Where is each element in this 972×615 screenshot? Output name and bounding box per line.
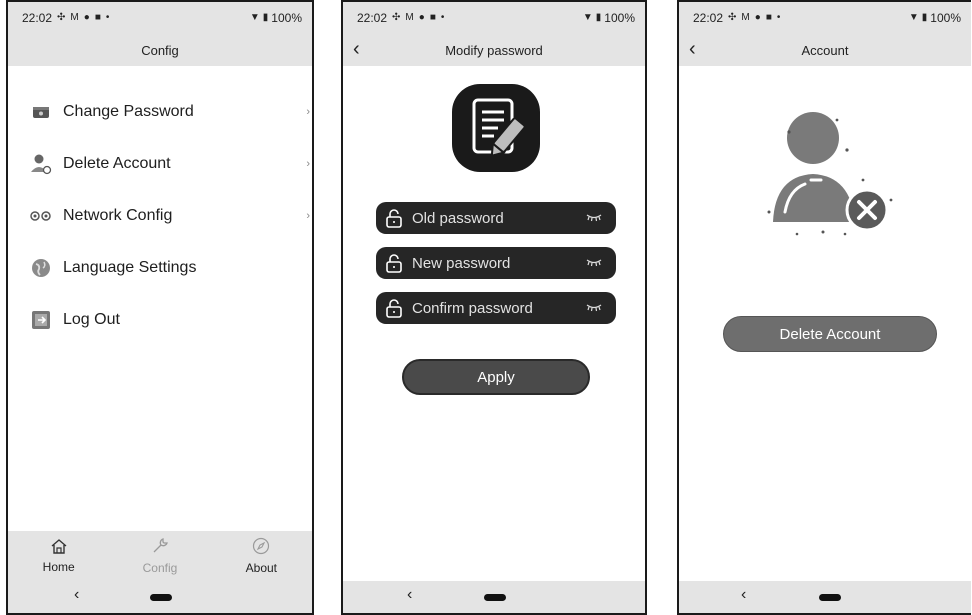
document-edit-icon — [452, 84, 540, 172]
back-button[interactable]: ‹ — [689, 38, 696, 60]
battery-level: 100% — [604, 11, 635, 25]
record-icon: ● — [418, 12, 425, 23]
battery-icon: ▮ — [921, 12, 928, 23]
network-config-item[interactable]: Network Config › — [8, 190, 312, 242]
title-bar: ‹ Modify password — [343, 34, 645, 66]
cast-icon: ■ — [94, 12, 101, 23]
wifi-icon: ▼ — [249, 12, 260, 23]
dot-icon: • — [440, 12, 445, 23]
tab-label: Config — [142, 561, 178, 575]
logout-icon — [30, 309, 52, 331]
old-password-field[interactable] — [376, 202, 616, 234]
eye-closed-icon[interactable] — [586, 212, 602, 222]
account-screen: 22:02 ✣ M ● ■ • ▼ ▮ 100% ‹ Account Delet… — [677, 0, 971, 615]
network-icon — [30, 205, 52, 227]
menu-item-label: Delete Account — [63, 155, 171, 172]
user-remove-icon — [30, 153, 52, 175]
status-bar: 22:02 ✣ M ● ■ • ▼ ▮ 100% — [343, 2, 645, 34]
status-time: 22:02 — [693, 11, 724, 25]
language-settings-item[interactable]: Language Settings — [8, 242, 312, 294]
old-password-input[interactable] — [412, 209, 572, 227]
battery-level: 100% — [930, 11, 961, 25]
system-nav-bar: ‹ — [8, 581, 312, 613]
user-remove-illustration — [763, 104, 895, 240]
wifi-icon: ▼ — [908, 12, 919, 23]
status-bar: 22:02 ✣ M ● ■ • ▼ ▮ 100% — [8, 2, 312, 34]
lock-icon — [386, 254, 402, 273]
fan-icon: ✣ — [728, 12, 737, 23]
system-back-button[interactable]: ‹ — [741, 586, 746, 604]
gmail-icon: M — [741, 12, 750, 23]
lock-icon — [386, 209, 402, 228]
system-back-button[interactable]: ‹ — [74, 586, 79, 604]
tab-label: Home — [42, 560, 75, 574]
fan-icon: ✣ — [392, 12, 401, 23]
menu-item-label: Log Out — [63, 311, 120, 328]
apply-button[interactable]: Apply — [402, 359, 590, 395]
page-title: Config — [141, 42, 179, 58]
config-menu: Change Password › Delete Account › Netwo… — [8, 66, 312, 346]
title-bar: Config — [8, 34, 312, 66]
modify-password-screen: 22:02 ✣ M ● ■ • ▼ ▮ 100% ‹ Modify passwo… — [341, 0, 647, 615]
compass-icon — [252, 537, 270, 558]
gmail-icon: M — [405, 12, 414, 23]
confirm-password-field[interactable] — [376, 292, 616, 324]
dot-icon: • — [776, 12, 781, 23]
dot-icon: • — [105, 12, 110, 23]
page-title: Modify password — [445, 42, 543, 58]
wifi-icon: ▼ — [582, 12, 593, 23]
menu-item-label: Change Password — [63, 103, 194, 120]
system-back-button[interactable]: ‹ — [407, 586, 412, 604]
log-out-item[interactable]: Log Out — [8, 294, 312, 346]
chevron-right-icon: › — [306, 106, 310, 118]
system-nav-bar: ‹ — [343, 581, 645, 613]
record-icon: ● — [754, 12, 761, 23]
tab-config[interactable]: Config — [109, 531, 210, 581]
battery-icon: ▮ — [595, 12, 602, 23]
wrench-icon — [151, 537, 169, 558]
new-password-input[interactable] — [412, 254, 572, 272]
wallet-icon — [30, 101, 52, 123]
home-icon — [50, 538, 68, 557]
chevron-right-icon: › — [306, 210, 310, 222]
status-bar: 22:02 ✣ M ● ■ • ▼ ▮ 100% — [679, 2, 971, 34]
system-home-button[interactable] — [150, 594, 172, 601]
tab-about[interactable]: About — [211, 531, 312, 581]
battery-icon: ▮ — [262, 12, 269, 23]
lock-icon — [386, 299, 402, 318]
status-time: 22:02 — [357, 11, 388, 25]
cast-icon: ■ — [765, 12, 772, 23]
battery-level: 100% — [271, 11, 302, 25]
record-icon: ● — [83, 12, 90, 23]
fan-icon: ✣ — [57, 12, 66, 23]
tab-home[interactable]: Home — [8, 531, 109, 581]
system-home-button[interactable] — [484, 594, 506, 601]
chevron-right-icon: › — [306, 158, 310, 170]
page-title: Account — [801, 42, 849, 58]
cast-icon: ■ — [429, 12, 436, 23]
tab-label: About — [245, 561, 277, 575]
change-password-item[interactable]: Change Password › — [8, 86, 312, 138]
delete-account-button[interactable]: Delete Account — [723, 316, 937, 352]
bottom-tab-bar: Home Config About — [8, 531, 312, 581]
new-password-field[interactable] — [376, 247, 616, 279]
globe-icon — [30, 257, 52, 279]
menu-item-label: Language Settings — [63, 259, 197, 276]
back-button[interactable]: ‹ — [353, 38, 360, 60]
status-time: 22:02 — [22, 11, 53, 25]
eye-closed-icon[interactable] — [586, 302, 602, 312]
title-bar: ‹ Account — [679, 34, 971, 66]
system-home-button[interactable] — [819, 594, 841, 601]
delete-account-item[interactable]: Delete Account › — [8, 138, 312, 190]
config-screen: 22:02 ✣ M ● ■ • ▼ ▮ 100% Config Change P… — [6, 0, 314, 615]
eye-closed-icon[interactable] — [586, 257, 602, 267]
system-nav-bar: ‹ — [679, 581, 971, 613]
gmail-icon: M — [70, 12, 79, 23]
menu-item-label: Network Config — [63, 207, 173, 224]
confirm-password-input[interactable] — [412, 299, 572, 317]
